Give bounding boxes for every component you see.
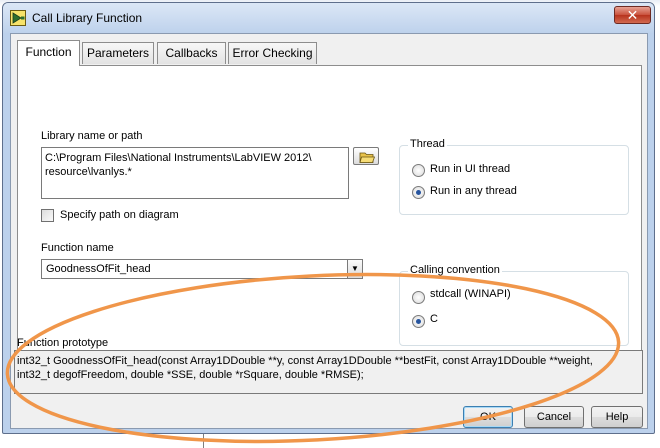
thread-group: Thread Run in UI thread Run in any threa…	[399, 138, 629, 215]
function-name-combo[interactable]: GoodnessOfFit_head ▼	[41, 259, 363, 279]
function-name-value: GoodnessOfFit_head	[46, 263, 151, 275]
specify-path-checkbox[interactable]	[41, 209, 54, 222]
background-bottom-strip	[0, 432, 660, 448]
tab-function[interactable]: Function	[17, 40, 80, 66]
ok-button[interactable]: OK	[463, 406, 513, 428]
function-prototype-text: int32_t GoodnessOfFit_head(const Array1D…	[17, 355, 593, 381]
chevron-down-icon[interactable]: ▼	[347, 260, 362, 278]
function-prototype-field: int32_t GoodnessOfFit_head(const Array1D…	[14, 350, 643, 394]
tab-label: Function	[25, 45, 72, 59]
c-convention-label: C	[430, 313, 438, 325]
radio-selected-dot	[416, 319, 421, 324]
dialog-window: Call Library Function ✕ Function Paramet…	[2, 2, 655, 434]
specify-path-label: Specify path on diagram	[60, 209, 179, 221]
close-button[interactable]: ✕	[614, 6, 651, 24]
stdcall-label: stdcall (WINAPI)	[430, 288, 511, 300]
tab-parameters[interactable]: Parameters	[82, 42, 154, 64]
dialog-body: Function Parameters Callbacks Error Chec…	[10, 33, 648, 429]
radio-stdcall[interactable]	[412, 291, 425, 304]
calling-convention-title: Calling convention	[408, 264, 502, 276]
cancel-button[interactable]: Cancel	[524, 406, 584, 428]
title-bar[interactable]: Call Library Function ✕	[3, 3, 654, 33]
library-path-field[interactable]: C:\Program Files\National Instruments\La…	[41, 147, 349, 199]
radio-run-in-any-thread[interactable]	[412, 186, 425, 199]
browse-button[interactable]	[353, 147, 379, 165]
library-path-label: Library name or path	[41, 130, 143, 142]
run-in-ui-thread-label: Run in UI thread	[430, 163, 511, 175]
labview-app-icon	[10, 10, 26, 26]
radio-run-in-ui-thread[interactable]	[412, 164, 425, 177]
tab-label: Callbacks	[165, 46, 218, 60]
radio-selected-dot	[416, 190, 421, 195]
window-title: Call Library Function	[32, 11, 143, 25]
background-divider	[203, 432, 204, 448]
help-button[interactable]: Help	[591, 406, 643, 428]
thread-group-title: Thread	[408, 138, 447, 150]
function-name-label: Function name	[41, 242, 114, 254]
folder-open-icon	[359, 152, 376, 163]
tab-error-checking[interactable]: Error Checking	[228, 42, 317, 64]
calling-convention-group: Calling convention stdcall (WINAPI) C	[399, 264, 629, 346]
radio-c[interactable]	[412, 315, 425, 328]
tab-callbacks[interactable]: Callbacks	[157, 42, 226, 64]
library-path-value: C:\Program Files\National Instruments\La…	[45, 152, 312, 178]
run-in-any-thread-label: Run in any thread	[430, 185, 517, 197]
close-icon: ✕	[626, 7, 639, 23]
tab-label: Parameters	[86, 46, 150, 60]
function-prototype-label: Function prototype	[17, 337, 109, 349]
tab-label: Error Checking	[232, 46, 313, 60]
function-tab-panel: Library name or path C:\Program Files\Na…	[17, 65, 642, 359]
